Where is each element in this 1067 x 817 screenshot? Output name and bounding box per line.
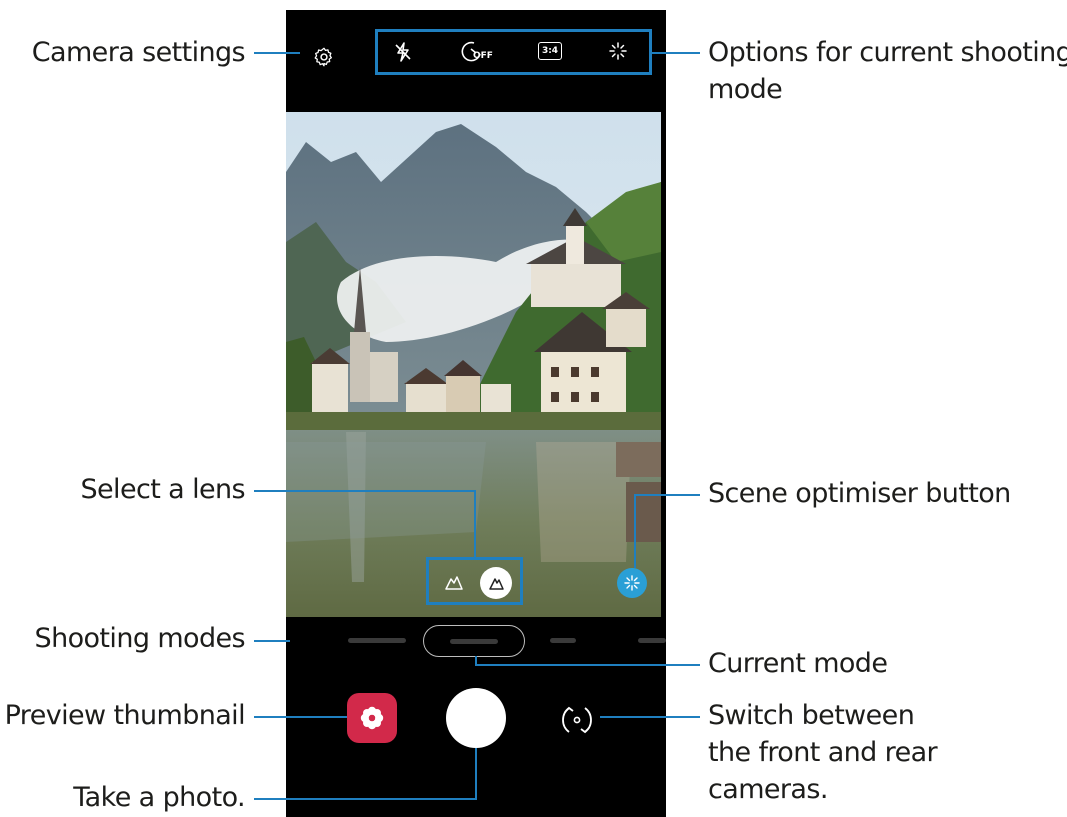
preview-thumbnail[interactable]: [347, 693, 397, 743]
flash-off-icon: [395, 42, 411, 62]
callout-line-camera-settings: [254, 52, 300, 54]
callout-line-current-mode: [475, 664, 700, 666]
callout-line-take-photo-drop: [475, 748, 477, 800]
sparkle-icon: [609, 42, 627, 60]
standard-lens-icon: [489, 578, 504, 590]
mode-item[interactable]: [550, 638, 576, 643]
lens-standard-button[interactable]: [480, 567, 512, 599]
current-mode-pill[interactable]: [423, 625, 525, 657]
scene-optimiser-icon: [624, 575, 640, 591]
wide-angle-lens-icon: [445, 576, 463, 590]
timer-button[interactable]: OFF: [460, 38, 496, 66]
callout-line-switch: [600, 716, 700, 718]
callout-line-take-photo: [254, 798, 477, 800]
flash-button[interactable]: [389, 38, 417, 66]
switch-camera-icon: [562, 706, 592, 734]
callout-options-line2: mode: [708, 74, 783, 105]
callout-line-preview: [254, 716, 347, 718]
callout-switch-line3: cameras.: [708, 774, 828, 805]
mode-item[interactable]: [638, 638, 666, 643]
timer-label: OFF: [473, 51, 493, 61]
lens-wide-button[interactable]: [440, 568, 468, 596]
callout-line-select-lens-drop: [474, 490, 476, 560]
callout-current-mode: Current mode: [708, 648, 888, 679]
callout-select-lens: Select a lens: [80, 474, 246, 505]
callout-options-line1: Options for current shooting: [708, 37, 1067, 68]
callout-line-shooting-modes: [254, 640, 290, 642]
callout-line-select-lens: [254, 490, 476, 492]
aspect-ratio-button[interactable]: 3:4: [536, 37, 564, 65]
callout-line-scene-optimiser: [636, 494, 700, 496]
callout-line-scene-optimiser-drop: [634, 494, 636, 568]
switch-camera-button[interactable]: [557, 700, 597, 740]
callout-switch-line1: Switch between: [708, 700, 915, 731]
shutter-button[interactable]: [446, 688, 506, 748]
filter-button[interactable]: [604, 37, 632, 65]
callout-line-options: [652, 52, 700, 54]
mode-item[interactable]: [348, 638, 406, 643]
callout-shooting-modes: Shooting modes: [34, 623, 246, 654]
callout-camera-settings: Camera settings: [31, 37, 246, 68]
gallery-flower-icon: [360, 706, 384, 730]
scene-optimiser-button[interactable]: [617, 568, 647, 598]
settings-button[interactable]: [310, 43, 338, 71]
ratio-frame-icon: 3:4: [538, 42, 562, 60]
ratio-label: 3:4: [541, 46, 559, 56]
callout-preview-thumbnail: Preview thumbnail: [4, 700, 246, 731]
callout-scene-optimiser: Scene optimiser button: [708, 478, 1011, 509]
current-mode-label: [450, 639, 498, 644]
gear-icon: [314, 47, 332, 67]
camera-screen: OFF 3:4: [286, 10, 666, 817]
callout-take-photo: Take a photo.: [73, 782, 245, 813]
callout-switch-line2: the front and rear: [708, 737, 938, 768]
